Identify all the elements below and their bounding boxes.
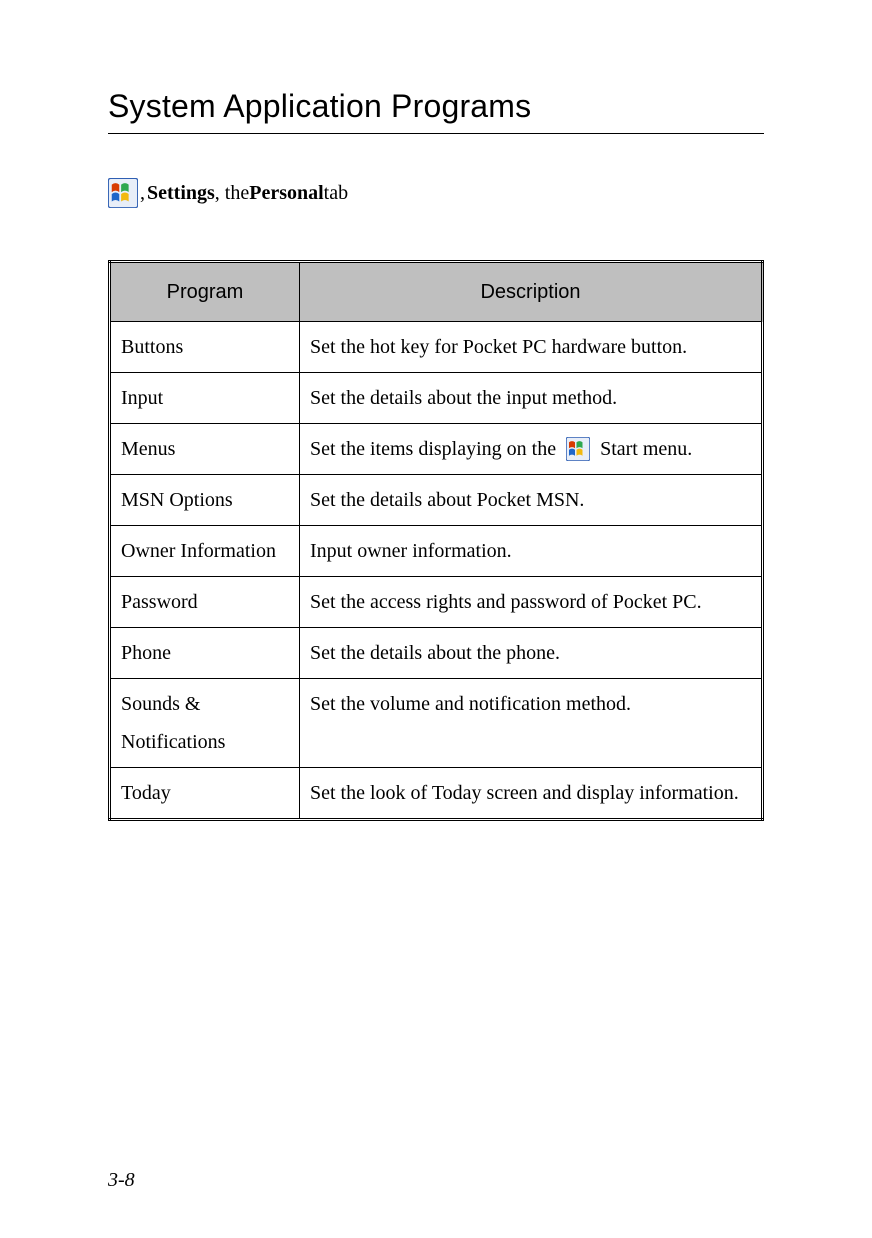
windows-start-icon	[108, 178, 138, 208]
cell-description-post: Start menu.	[600, 430, 692, 468]
table-row: Owner Information Input owner informatio…	[110, 526, 763, 577]
cell-program: Today	[110, 768, 300, 820]
table-row: MSN Options Set the details about Pocket…	[110, 475, 763, 526]
col-header-description: Description	[300, 262, 763, 322]
breadcrumb-personal: Personal	[249, 178, 323, 208]
windows-start-icon	[566, 437, 590, 461]
page-title: System Application Programs	[108, 88, 764, 134]
table-row: Menus Set the items displaying on the	[110, 424, 763, 475]
table-row: Sounds & Notifications Set the volume an…	[110, 679, 763, 768]
breadcrumb: , Settings , the Personal tab	[108, 178, 764, 208]
cell-program: Phone	[110, 628, 300, 679]
col-header-program: Program	[110, 262, 300, 322]
cell-program: Input	[110, 373, 300, 424]
cell-description: Set the details about the input method.	[300, 373, 763, 424]
breadcrumb-tab-suffix: tab	[324, 178, 348, 208]
cell-program: Buttons	[110, 322, 300, 373]
programs-table: Program Description Buttons Set the hot …	[108, 260, 764, 821]
page-number: 3-8	[108, 1169, 135, 1192]
cell-description: Set the details about the phone.	[300, 628, 763, 679]
cell-program: Password	[110, 577, 300, 628]
breadcrumb-sep2: , the	[215, 178, 249, 208]
table-row: Phone Set the details about the phone.	[110, 628, 763, 679]
table-row: Password Set the access rights and passw…	[110, 577, 763, 628]
cell-description: Set the volume and notification method.	[300, 679, 763, 768]
cell-description: Set the details about Pocket MSN.	[300, 475, 763, 526]
cell-program: MSN Options	[110, 475, 300, 526]
cell-description: Set the items displaying on the	[300, 424, 763, 475]
table-row: Input Set the details about the input me…	[110, 373, 763, 424]
cell-description: Set the access rights and password of Po…	[300, 577, 763, 628]
cell-description-pre: Set the items displaying on the	[310, 430, 556, 468]
cell-program: Owner Information	[110, 526, 300, 577]
cell-program: Sounds & Notifications	[110, 679, 300, 768]
cell-description: Input owner information.	[300, 526, 763, 577]
table-row: Today Set the look of Today screen and d…	[110, 768, 763, 820]
cell-program: Menus	[110, 424, 300, 475]
cell-description: Set the hot key for Pocket PC hardware b…	[300, 322, 763, 373]
breadcrumb-sep: ,	[140, 178, 145, 208]
table-row: Buttons Set the hot key for Pocket PC ha…	[110, 322, 763, 373]
cell-description: Set the look of Today screen and display…	[300, 768, 763, 820]
breadcrumb-settings: Settings	[147, 178, 215, 208]
